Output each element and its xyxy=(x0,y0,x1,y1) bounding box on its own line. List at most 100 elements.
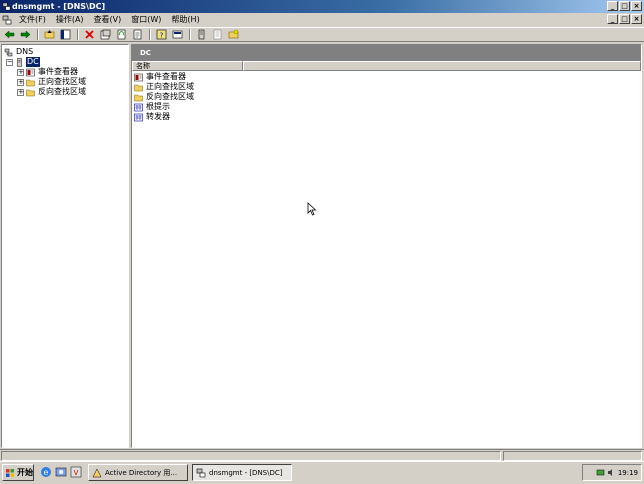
folder-icon xyxy=(134,84,143,91)
menu-window[interactable]: 窗口(W) xyxy=(126,13,166,26)
forward-button[interactable] xyxy=(18,28,32,41)
window-title: dnsmgmt - [DNS\DC] xyxy=(12,2,106,11)
vmware-icon[interactable]: V xyxy=(70,466,82,478)
list-item[interactable]: 转发器 xyxy=(134,112,171,122)
status-bar xyxy=(0,449,644,461)
close-button[interactable]: × xyxy=(631,1,642,11)
new-zone-icon xyxy=(228,29,238,39)
mouse-cursor-icon xyxy=(307,202,317,216)
taskbar-item-active-directory[interactable]: Active Directory 用... xyxy=(88,464,188,481)
show-hide-tree-button[interactable] xyxy=(58,28,72,41)
quick-launch: e V xyxy=(40,466,82,478)
maximize-button[interactable]: □ xyxy=(619,1,630,11)
clock[interactable]: 19:19 xyxy=(618,469,638,477)
details-header: DC xyxy=(132,45,641,61)
help-button[interactable]: ? xyxy=(154,28,168,41)
console-tree-pane[interactable]: DNS − DC + 事件查看器 + 正向查找区域 + 反向查找区域 xyxy=(1,44,129,448)
dns-app-icon xyxy=(196,468,206,477)
taskbar-item-dnsmgmt[interactable]: dnsmgmt - [DNS\DC] xyxy=(192,464,292,481)
tree-node-reverse-zones[interactable]: + 反向查找区域 xyxy=(17,87,87,97)
list-button[interactable] xyxy=(210,28,224,41)
tree-label-event-viewer: 事件查看器 xyxy=(38,67,78,76)
doc-restore-button[interactable]: □ xyxy=(619,14,630,24)
tree-node-dns[interactable]: DNS xyxy=(4,47,34,57)
toolbar: ? xyxy=(0,27,644,42)
console-button[interactable] xyxy=(170,28,184,41)
network-icon[interactable] xyxy=(596,468,605,477)
tree-node-dc[interactable]: − DC xyxy=(6,57,40,67)
forwarders-icon xyxy=(134,113,143,121)
active-directory-icon xyxy=(92,467,102,477)
tree-label-forward-zones: 正向查找区域 xyxy=(38,77,86,86)
status-cell-main xyxy=(1,451,501,461)
server-button[interactable] xyxy=(194,28,208,41)
console-icon xyxy=(172,30,182,39)
forward-icon xyxy=(20,30,30,39)
list-item-label: 事件查看器 xyxy=(146,72,186,81)
tree-node-forward-zones[interactable]: + 正向查找区域 xyxy=(17,77,87,87)
server-icon xyxy=(198,29,204,40)
tree-label-reverse-zones: 反向查找区域 xyxy=(38,87,86,96)
refresh-button[interactable] xyxy=(114,28,128,41)
properties-icon xyxy=(100,29,110,40)
list-item-label: 正向查找区域 xyxy=(146,82,194,91)
collapse-toggle-dc[interactable]: − xyxy=(6,58,13,66)
event-viewer-icon xyxy=(26,68,35,76)
menu-file[interactable]: 文件(F) xyxy=(14,13,51,26)
dns-app-icon xyxy=(2,2,11,11)
list-item-label: 转发器 xyxy=(146,112,170,121)
svg-text:V: V xyxy=(74,469,79,477)
up-one-level-button[interactable] xyxy=(42,28,56,41)
expand-toggle-reverse-zones[interactable]: + xyxy=(17,88,24,96)
dns-root-icon xyxy=(4,48,13,56)
menu-view[interactable]: 查看(V) xyxy=(89,13,127,26)
minimize-button[interactable]: _ xyxy=(607,1,618,11)
list-icon xyxy=(213,29,221,40)
expand-toggle-forward-zones[interactable]: + xyxy=(17,78,24,86)
export-list-button[interactable] xyxy=(130,28,144,41)
tree-node-event-viewer[interactable]: + 事件查看器 xyxy=(17,67,79,77)
details-pane[interactable]: DC 名称 事件查看器 正向查找区域 反向查找区域 根提示 转发器 xyxy=(131,44,642,448)
system-tray: 19:19 xyxy=(582,464,642,481)
tree-label-dc: DC xyxy=(26,57,40,67)
new-zone-button[interactable] xyxy=(226,28,240,41)
svg-text:?: ? xyxy=(159,32,163,40)
root-hints-icon xyxy=(134,103,143,111)
column-header-row: 名称 xyxy=(132,61,641,71)
start-button[interactable]: 开始 xyxy=(2,464,34,481)
list-item-label: 反向查找区域 xyxy=(146,92,194,101)
windows-logo-icon xyxy=(6,468,14,477)
show-desktop-icon[interactable] xyxy=(55,466,67,478)
start-label: 开始 xyxy=(17,468,33,477)
internet-explorer-icon[interactable]: e xyxy=(40,466,52,478)
doc-close-button[interactable]: × xyxy=(631,14,642,24)
export-icon xyxy=(133,29,141,40)
list-item[interactable]: 反向查找区域 xyxy=(134,92,195,102)
list-item-label: 根提示 xyxy=(146,102,170,111)
title-bar[interactable]: dnsmgmt - [DNS\DC] _ □ × xyxy=(0,0,644,13)
list-item[interactable]: 正向查找区域 xyxy=(134,82,195,92)
volume-icon[interactable] xyxy=(607,468,616,477)
doc-minimize-button[interactable]: _ xyxy=(607,14,618,24)
server-icon xyxy=(17,57,22,67)
folder-icon xyxy=(26,79,35,86)
menu-action[interactable]: 操作(A) xyxy=(51,13,89,26)
back-button[interactable] xyxy=(2,28,16,41)
back-icon xyxy=(4,30,14,39)
column-header-blank[interactable] xyxy=(243,61,641,71)
up-folder-icon xyxy=(44,30,54,39)
column-header-name[interactable]: 名称 xyxy=(132,61,243,71)
properties-button[interactable] xyxy=(98,28,112,41)
expand-toggle-event-viewer[interactable]: + xyxy=(17,68,24,76)
menu-bar: 文件(F) 操作(A) 查看(V) 窗口(W) 帮助(H) _ □ × xyxy=(0,13,644,26)
taskbar-item-label: Active Directory 用... xyxy=(105,468,178,477)
refresh-icon xyxy=(117,29,125,40)
svg-text:e: e xyxy=(44,468,49,477)
console-doc-icon[interactable] xyxy=(2,15,12,25)
delete-button[interactable] xyxy=(82,28,96,41)
menu-help[interactable]: 帮助(H) xyxy=(166,13,204,26)
list-item[interactable]: 根提示 xyxy=(134,102,171,112)
folder-icon xyxy=(134,94,143,101)
folder-icon xyxy=(26,89,35,96)
list-item[interactable]: 事件查看器 xyxy=(134,72,187,82)
